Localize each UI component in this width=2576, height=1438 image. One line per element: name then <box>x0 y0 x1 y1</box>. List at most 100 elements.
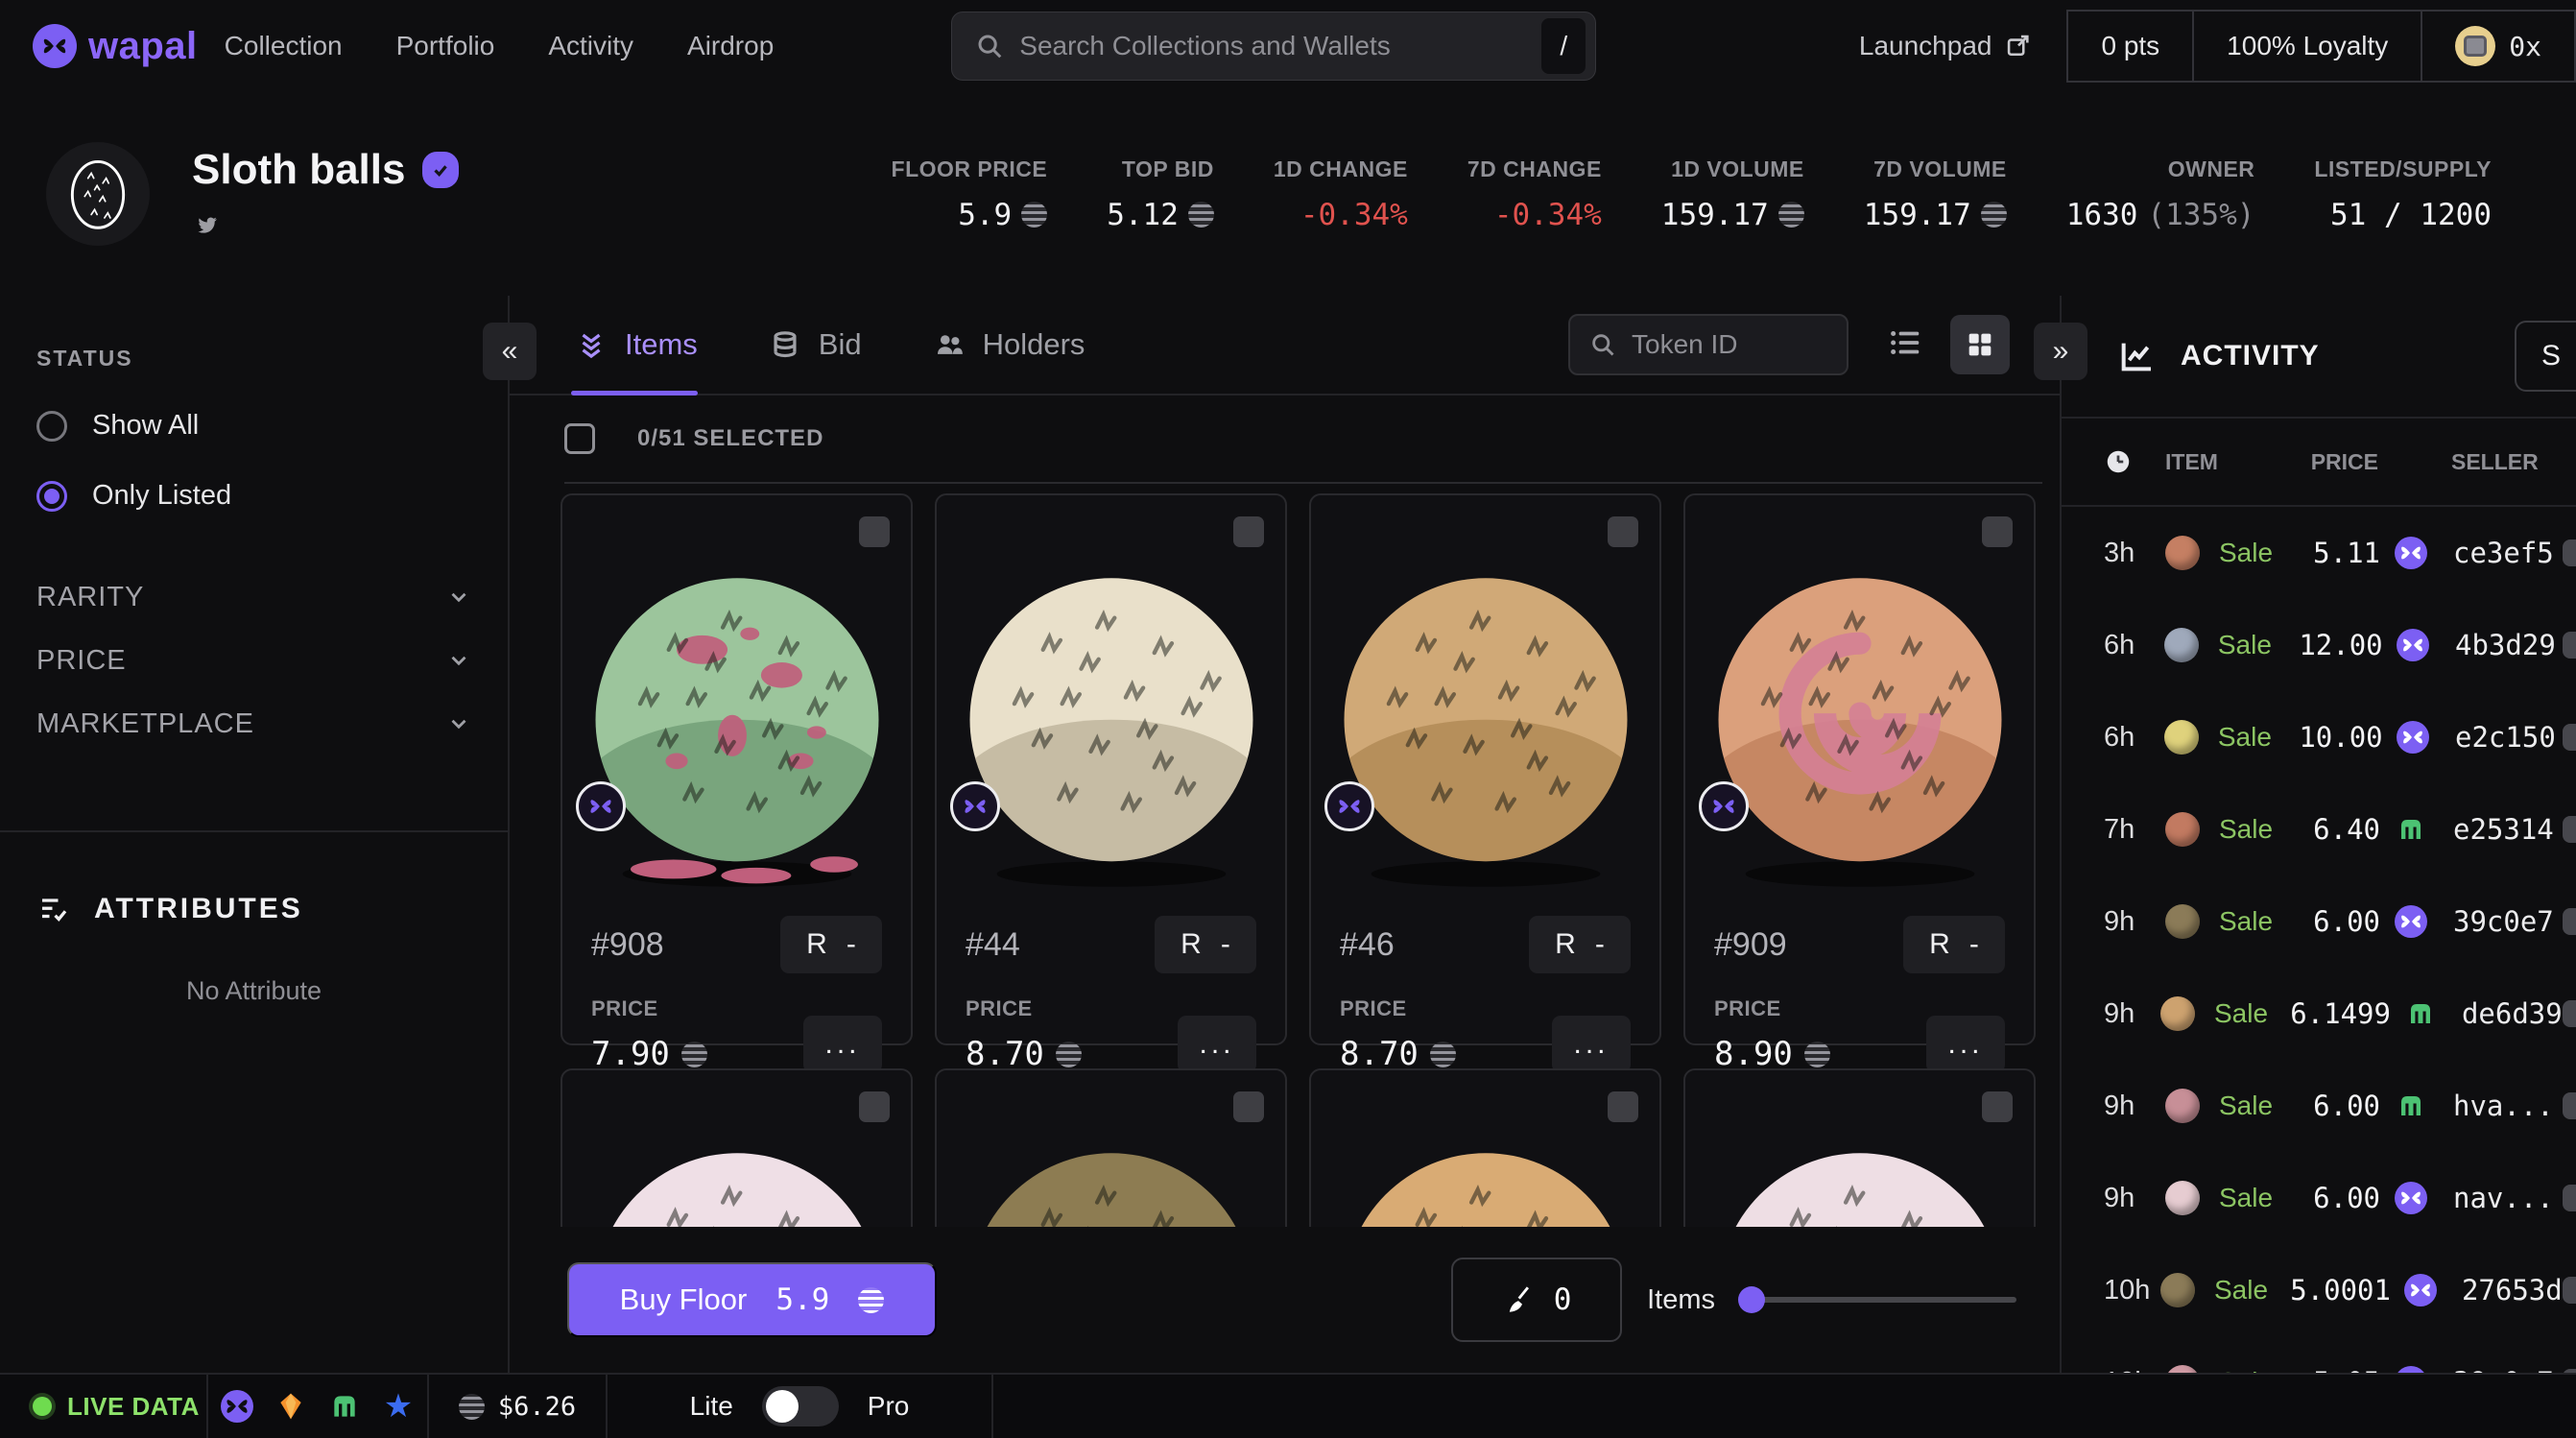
page-body: STATUS Show All Only Listed RARITY PRICE… <box>0 296 2576 1373</box>
activity-seller[interactable]: 39c0e7 <box>2428 905 2563 938</box>
tab-bid[interactable]: Bid <box>769 296 862 394</box>
lite-pro-toggle[interactable] <box>761 1386 839 1426</box>
nav-link-collection[interactable]: Collection <box>225 31 343 61</box>
token-id-input[interactable] <box>1632 329 1827 360</box>
activity-row[interactable]: 10h Sale 5.05 39c0e7 <box>2062 1336 2576 1373</box>
buy-floor-button[interactable]: Buy Floor 5.9 <box>567 1262 937 1337</box>
card-checkbox[interactable] <box>859 516 890 547</box>
rarity-letter: R <box>1555 928 1576 960</box>
holders-icon <box>937 335 963 354</box>
mercato-marketplace-icon[interactable] <box>328 1390 361 1423</box>
bluemove-marketplace-icon[interactable]: ★ <box>382 1390 415 1423</box>
radio-show-all[interactable]: Show All <box>36 410 471 442</box>
card-menu-button[interactable]: ... <box>1178 1016 1256 1073</box>
nft-image <box>937 1070 1285 1227</box>
activity-chart-icon <box>2121 343 2151 371</box>
activity-seller[interactable]: 27653d <box>2437 1274 2563 1306</box>
sweep-broom-icon <box>1509 1286 1529 1312</box>
col-price: PRICE <box>2310 448 2378 474</box>
global-search[interactable]: / <box>951 12 1597 81</box>
collapse-activity-button[interactable]: » <box>2034 323 2087 380</box>
activity-seller[interactable]: hva... <box>2428 1090 2563 1122</box>
nav-right-group: Launchpad 0 pts 100% Loyalty 0x <box>1859 10 2576 83</box>
sweep-slider[interactable] <box>1738 1286 2016 1313</box>
sweep-counter[interactable]: 0 <box>1451 1258 1623 1342</box>
nft-card[interactable] <box>1309 1068 1661 1227</box>
col-item: ITEM <box>2165 448 2218 474</box>
nft-card[interactable]: #909 R - PRICE 8.90 ... <box>1683 493 2036 1073</box>
activity-price: 6.00 <box>2313 1182 2380 1214</box>
card-checkbox[interactable] <box>859 1091 890 1122</box>
activity-row[interactable]: 7h Sale 6.40 e25314 <box>2062 783 2576 875</box>
activity-seller[interactable]: e2c150 <box>2430 721 2563 754</box>
activity-row[interactable]: 10h Sale 5.0001 27653d <box>2062 1244 2576 1336</box>
activity-seller[interactable]: de6d39 <box>2437 997 2563 1030</box>
stat-7d-volume: 7D VOLUME 159.17 <box>1863 156 2007 232</box>
cards-scroll-area[interactable]: #908 R - PRICE 7.90 ... #44 R - PRICE 8.… <box>510 484 2060 1227</box>
card-checkbox[interactable] <box>1233 516 1264 547</box>
collapse-sidebar-button[interactable]: « <box>483 323 537 380</box>
status-section-label: STATUS <box>36 346 133 371</box>
twitter-link[interactable] <box>192 213 459 243</box>
card-checkbox[interactable] <box>1982 516 2013 547</box>
external-link-icon-partial <box>2563 724 2576 751</box>
card-checkbox[interactable] <box>1982 1091 2013 1122</box>
card-menu-button[interactable]: ... <box>1926 1016 2005 1073</box>
activity-seller[interactable]: ce3ef5 <box>2428 537 2563 569</box>
nft-card[interactable] <box>561 1068 913 1227</box>
nft-card[interactable] <box>935 1068 1287 1227</box>
top-navbar: wapal Collection Portfolio Activity Aird… <box>0 0 2576 92</box>
activity-row[interactable]: 9h Sale 6.00 nav... <box>2062 1152 2576 1244</box>
activity-seller[interactable]: 4b3d29 <box>2430 629 2563 661</box>
activity-row[interactable]: 3h Sale 5.11 ce3ef5 <box>2062 507 2576 599</box>
slider-knob[interactable] <box>1738 1286 1765 1313</box>
nav-link-activity[interactable]: Activity <box>548 31 633 61</box>
external-link-icon <box>2008 35 2030 57</box>
nft-card[interactable] <box>1683 1068 2036 1227</box>
activity-seller[interactable]: 39c0e7 <box>2428 1366 2563 1373</box>
radio-only-listed[interactable]: Only Listed <box>36 480 471 512</box>
card-checkbox[interactable] <box>1608 516 1638 547</box>
select-all-checkbox[interactable] <box>564 423 595 454</box>
nft-card[interactable]: #46 R - PRICE 8.70 ... <box>1309 493 1661 1073</box>
filter-sidebar: STATUS Show All Only Listed RARITY PRICE… <box>0 296 510 1373</box>
activity-type: Sale <box>2213 998 2269 1028</box>
activity-filter-button[interactable]: S <box>2515 321 2576 392</box>
price-label: PRICE <box>966 996 1033 1020</box>
wallet-chip[interactable]: 0x <box>2421 12 2574 81</box>
card-checkbox[interactable] <box>1233 1091 1264 1122</box>
stat-owner: OWNER 1630 (135%) <box>2065 156 2255 232</box>
activity-row[interactable]: 9h Sale 6.00 39c0e7 <box>2062 875 2576 968</box>
nav-link-portfolio[interactable]: Portfolio <box>396 31 495 61</box>
activity-item-thumb <box>2165 904 2200 939</box>
filter-marketplace[interactable]: MARKETPLACE <box>36 692 471 755</box>
activity-row[interactable]: 9h Sale 6.00 hva... <box>2062 1060 2576 1152</box>
tab-holders[interactable]: Holders <box>933 296 1085 394</box>
activity-row[interactable]: 6h Sale 10.00 e2c150 <box>2062 691 2576 783</box>
activity-row[interactable]: 9h Sale 6.1499 de6d39 <box>2062 968 2576 1060</box>
wapal-marketplace-icon <box>2397 721 2430 754</box>
tab-items[interactable]: Items <box>571 296 698 395</box>
filter-price[interactable]: PRICE <box>36 629 471 692</box>
nft-ball-art <box>1718 578 2001 887</box>
list-view-icon[interactable] <box>1887 324 1923 366</box>
nav-link-airdrop[interactable]: Airdrop <box>687 31 774 61</box>
wapal-marketplace-icon[interactable] <box>221 1390 253 1423</box>
activity-seller[interactable]: nav... <box>2428 1182 2563 1214</box>
launchpad-link[interactable]: Launchpad <box>1859 31 2033 61</box>
activity-seller[interactable]: e25314 <box>2428 813 2563 846</box>
nft-card[interactable]: #908 R - PRICE 7.90 ... <box>561 493 913 1073</box>
card-checkbox[interactable] <box>1608 1091 1638 1122</box>
card-menu-button[interactable]: ... <box>803 1016 882 1073</box>
nft-card[interactable]: #44 R - PRICE 8.70 ... <box>935 493 1287 1073</box>
activity-row[interactable]: 6h Sale 12.00 4b3d29 <box>2062 599 2576 691</box>
filter-rarity[interactable]: RARITY <box>36 565 471 629</box>
grid-view-icon[interactable] <box>1950 315 2010 374</box>
apt-coin-icon <box>1187 202 1214 228</box>
token-id-search[interactable] <box>1568 314 1849 375</box>
card-menu-button[interactable]: ... <box>1552 1016 1631 1073</box>
wapal-brand[interactable]: wapal <box>33 24 198 68</box>
search-input[interactable] <box>1019 31 1527 61</box>
topaz-marketplace-icon[interactable] <box>274 1390 307 1423</box>
activity-item-thumb <box>2159 1273 2195 1307</box>
